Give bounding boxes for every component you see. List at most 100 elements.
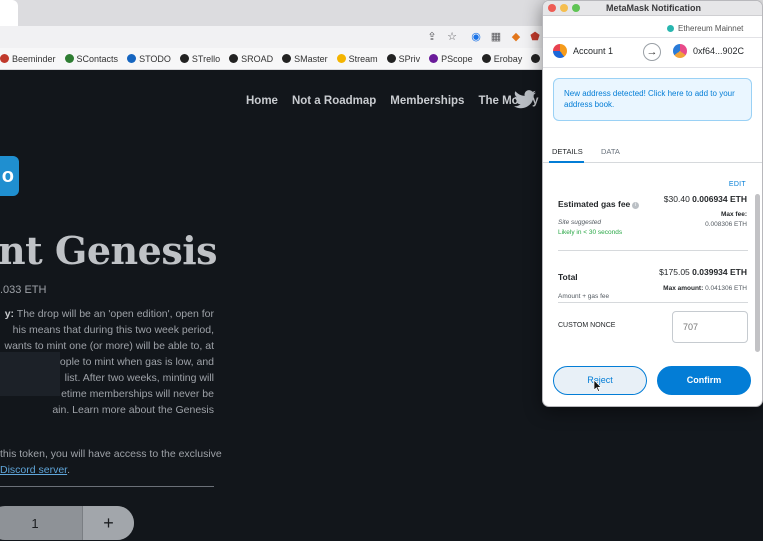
extension-a-icon[interactable]: ◉ <box>468 29 484 45</box>
network-name: Ethereum Mainnet <box>678 23 744 33</box>
quantity-plus-button[interactable]: + <box>82 506 134 540</box>
amount-row: Amount + gas fee Max amount: 0.041306 ET… <box>558 285 747 303</box>
info-icon[interactable]: i <box>632 202 640 209</box>
bookmark-label: SContacts <box>76 53 119 64</box>
bookmark-item[interactable]: SROAD <box>229 54 273 64</box>
desc-line-1: y: The drop will be an 'open edition', o… <box>0 306 214 322</box>
bookmark-favicon-icon <box>229 54 239 63</box>
bookmark-item[interactable]: STODO <box>127 54 171 64</box>
bookmark-favicon-icon <box>0 54 9 63</box>
network-status-icon <box>667 24 674 32</box>
gas-fee-row: Estimated gas fee i $30.40 0.006934 ETH <box>558 194 747 212</box>
twitter-icon[interactable] <box>513 90 539 110</box>
edit-gas-link[interactable]: EDIT <box>729 181 746 188</box>
bookmark-item[interactable]: Beeminder <box>0 54 56 64</box>
divider <box>0 486 214 487</box>
bookmark-item[interactable]: SPriv <box>386 53 421 64</box>
from-account[interactable]: Account 1 <box>553 44 613 58</box>
bookmarks-bar: Beeminder SContacts STODO STrello SROAD SMast… <box>0 48 545 70</box>
page-title: nt Genesis <box>0 228 218 273</box>
share-icon[interactable]: ⇪ <box>424 29 440 45</box>
bookmark-item[interactable]: STrello <box>179 53 221 64</box>
active-tab-indicator <box>549 161 584 163</box>
total-label: Total <box>558 272 578 282</box>
details-tabs: DETAILS DATA <box>543 141 762 163</box>
overlay-box <box>0 352 60 396</box>
browser-tab[interactable] <box>0 0 18 26</box>
max-fee-value: 0.008306 ETH <box>705 221 747 228</box>
bookmark-favicon-icon <box>386 54 396 63</box>
bookmark-label: SPriv <box>398 53 421 64</box>
membership-badge: o <box>0 156 19 196</box>
to-account[interactable]: 0xf64...902C <box>673 44 744 58</box>
site-nav: Home Not a Roadmap Memberships The Money <box>246 95 539 107</box>
new-address-notice[interactable]: New address detected! Click here to add … <box>553 78 752 121</box>
benefit-period: . <box>67 464 71 476</box>
confirm-button[interactable]: Confirm <box>657 366 751 395</box>
bookmark-favicon-icon <box>481 54 491 63</box>
tab-details[interactable]: DETAILS <box>552 147 583 156</box>
bookmark-label: PScope <box>441 53 473 64</box>
from-account-name: Account 1 <box>573 46 614 56</box>
custom-nonce-label: CUSTOM NONCE <box>558 322 616 329</box>
bookmark-label: SMaster <box>294 53 328 64</box>
browser-tab-strip <box>0 0 545 26</box>
bookmark-favicon-icon <box>282 54 292 63</box>
bookmark-favicon-icon <box>429 54 439 63</box>
bookmark-label: Stream <box>348 53 378 64</box>
nav-home[interactable]: Home <box>246 95 278 107</box>
nav-roadmap[interactable]: Not a Roadmap <box>292 95 376 107</box>
likely-row: Likely in < 30 seconds 0.008306 ETH <box>558 221 747 239</box>
custom-nonce-input[interactable] <box>672 311 748 343</box>
bookmark-label: STODO <box>139 53 171 64</box>
extension-b-icon[interactable]: ⬟ <box>527 29 543 45</box>
star-icon[interactable]: ☆ <box>444 29 460 45</box>
gas-fee-value: $30.40 0.006934 ETH <box>664 194 747 204</box>
max-amount-label: Max amount: <box>663 285 704 292</box>
total-usd: $175.05 <box>659 267 690 277</box>
bookmark-item[interactable]: Erobay <box>481 54 522 64</box>
quantity-stepper[interactable]: 1 + <box>0 506 134 540</box>
desc-line-1-text: The drop will be an 'open edition', open… <box>14 308 214 320</box>
bookmark-label: STrello <box>191 53 221 64</box>
accounts-divider <box>543 67 762 68</box>
desc-line-2: his means that during this two week peri… <box>12 324 214 336</box>
network-selector[interactable]: Ethereum Mainnet <box>663 20 749 36</box>
max-amount-value: 0.041306 ETH <box>705 285 747 292</box>
header-divider <box>543 37 762 38</box>
benefit-line-1: this token, you will have access to the … <box>0 448 222 460</box>
bookmark-item[interactable]: PScope <box>429 54 473 64</box>
mouse-cursor-icon <box>594 380 602 392</box>
bookmark-item[interactable]: Stream <box>336 53 378 64</box>
bookmark-item[interactable]: SMaster <box>282 54 328 64</box>
discord-link[interactable]: Discord server <box>0 464 67 476</box>
gas-fee-label: Estimated gas fee <box>558 199 631 209</box>
benefit-text: this token, you will have access to the … <box>0 446 222 478</box>
bookmark-favicon-icon <box>336 54 346 63</box>
bookmark-favicon-icon <box>179 54 189 63</box>
extension-grid-icon[interactable]: ▦ <box>488 29 504 45</box>
amount-gas-label: Amount + gas fee <box>558 293 610 300</box>
metamask-fox-icon[interactable]: ◆ <box>508 29 524 45</box>
arrow-right-icon: → <box>643 43 661 61</box>
max-fee: Max fee: <box>721 211 747 218</box>
gas-fee-usd: $30.40 <box>663 194 690 204</box>
total-value: $175.05 0.039934 ETH <box>659 267 747 277</box>
total-eth: 0.039934 ETH <box>692 267 747 277</box>
bookmark-favicon-icon <box>64 54 74 63</box>
account-identicon <box>553 44 567 58</box>
nav-memberships[interactable]: Memberships <box>390 95 464 107</box>
gas-fee-eth: 0.006934 ETH <box>692 194 747 204</box>
desc-line-7: ain. Learn more about the Genesis <box>52 404 214 416</box>
quantity-value[interactable]: 1 <box>0 516 82 531</box>
bookmark-label: SROAD <box>241 53 274 64</box>
tab-data[interactable]: DATA <box>601 147 620 156</box>
bookmark-favicon-icon <box>531 54 541 63</box>
max-amount: Max amount: 0.041306 ETH <box>663 285 747 292</box>
bookmark-label: Beeminder <box>12 53 56 64</box>
bookmark-item[interactable]: SContacts <box>64 53 119 64</box>
scrollbar[interactable] <box>755 194 760 352</box>
total-divider <box>558 250 748 251</box>
metamask-popup: MetaMask Notification Ethereum Mainnet A… <box>542 0 763 407</box>
browser-toolbar: ⇪ ☆ ◉ ▦ ◆ ⬟ <box>0 26 545 48</box>
